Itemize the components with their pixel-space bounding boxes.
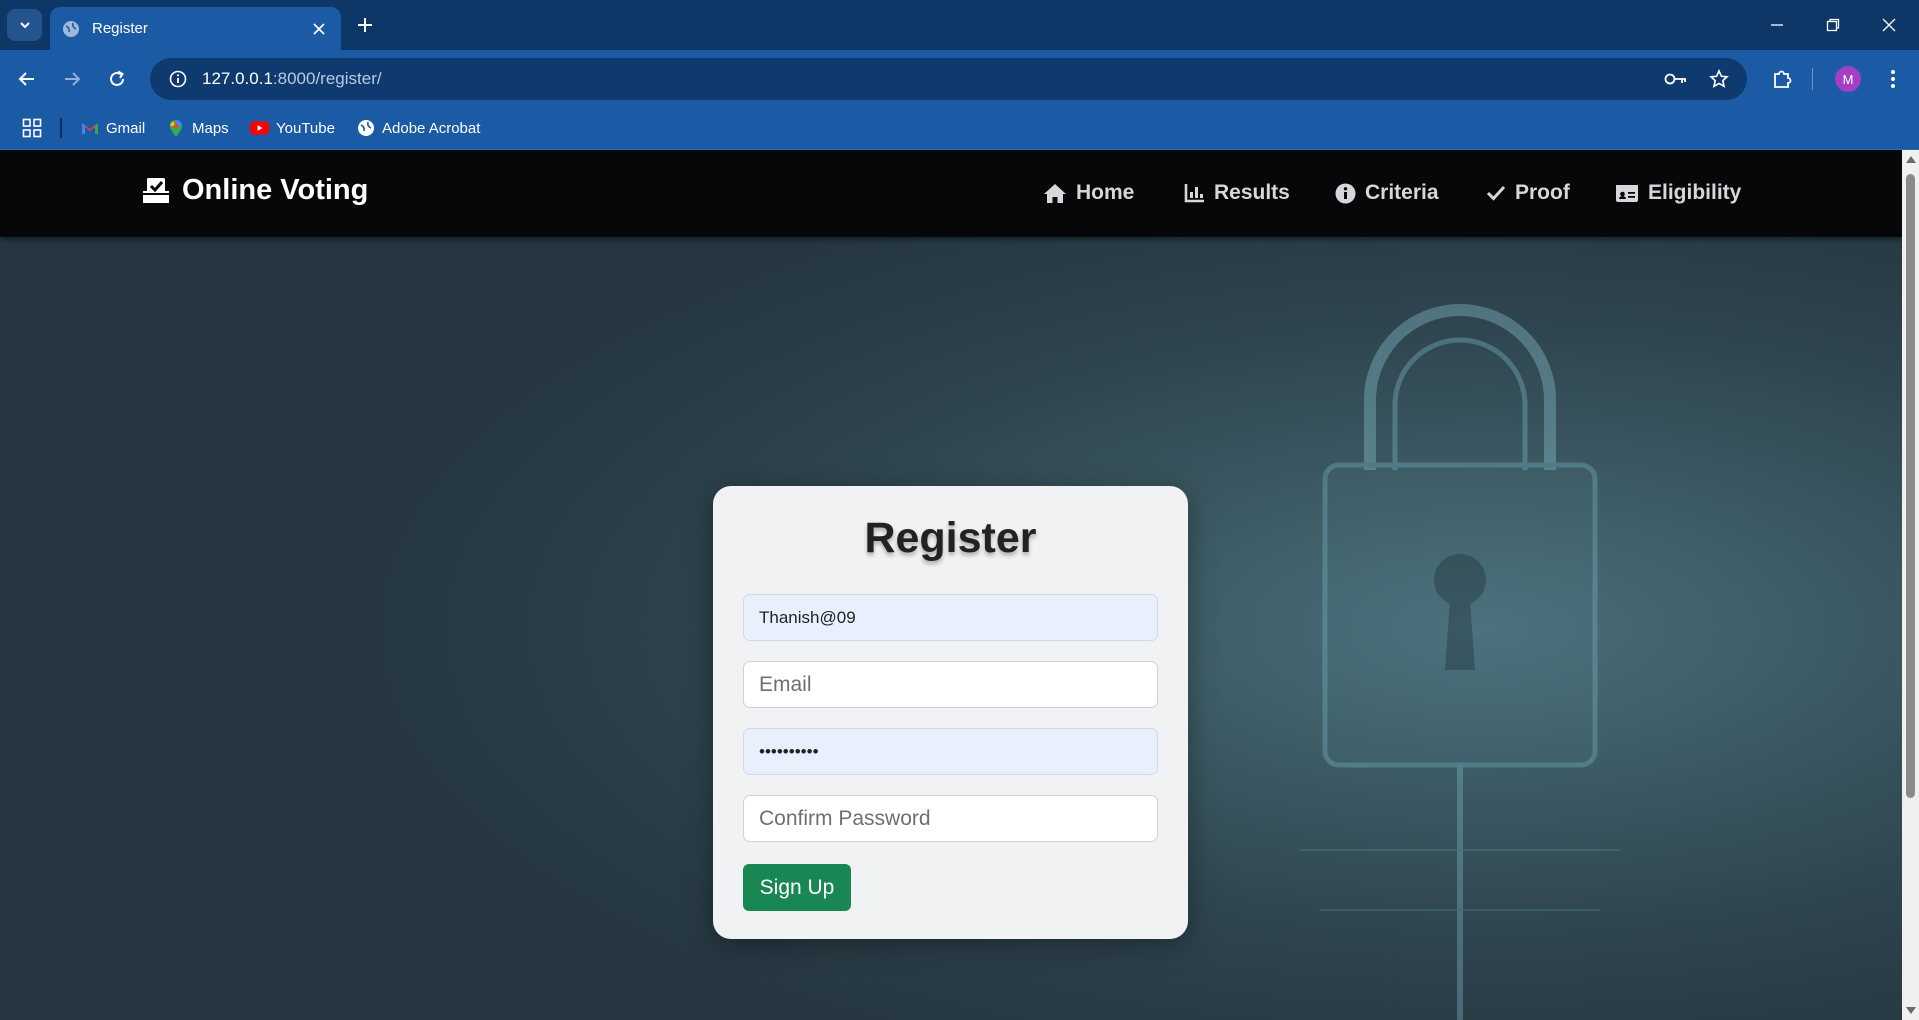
bookmark-adobe-acrobat[interactable]: Adobe Acrobat: [356, 116, 480, 140]
arrow-left-icon: [18, 72, 34, 86]
nav-label: Proof: [1515, 181, 1570, 204]
window-close-button[interactable]: [1874, 10, 1904, 40]
padlock-background-graphic: [1300, 304, 1620, 1020]
sign-up-button[interactable]: Sign Up: [743, 864, 851, 911]
nav-label: Results: [1214, 181, 1290, 204]
bar-chart-icon: [1184, 184, 1204, 203]
brand-name: Online Voting: [182, 174, 369, 206]
register-card: Register Sign Up: [713, 486, 1188, 939]
nav-eligibility[interactable]: Eligibility: [1615, 181, 1741, 205]
bookmark-maps[interactable]: Maps: [166, 116, 229, 140]
nav-results[interactable]: Results: [1184, 181, 1290, 205]
browser-menu-button[interactable]: [1876, 62, 1910, 96]
info-icon: [1335, 183, 1356, 203]
youtube-icon: [250, 119, 269, 138]
tab-search-button[interactable]: [7, 9, 42, 41]
puzzle-icon: [1774, 70, 1792, 88]
scroll-thumb[interactable]: [1906, 174, 1915, 798]
toolbar-divider: [1812, 68, 1813, 90]
extensions-button[interactable]: [1765, 62, 1799, 96]
close-icon: [1882, 18, 1896, 32]
reload-icon: [110, 70, 124, 86]
scroll-down-arrow-icon[interactable]: [1906, 1007, 1916, 1014]
brand-link[interactable]: Online Voting: [140, 174, 368, 207]
maps-icon: [166, 119, 185, 138]
key-icon[interactable]: [1660, 63, 1692, 95]
chevron-down-icon: [19, 22, 30, 29]
email-field[interactable]: [743, 661, 1158, 708]
nav-label: Home: [1076, 181, 1135, 204]
username-field[interactable]: [743, 594, 1158, 641]
vote-box-icon: [141, 177, 171, 203]
nav-criteria[interactable]: Criteria: [1335, 181, 1439, 205]
back-button[interactable]: [11, 63, 43, 95]
password-field[interactable]: [743, 728, 1158, 775]
apps-grid-icon[interactable]: [20, 116, 44, 140]
restore-icon: [1826, 18, 1840, 32]
reload-button[interactable]: [101, 63, 133, 95]
bookmarks-bar: Gmail Maps YouTube Adobe Acrobat: [0, 107, 1919, 150]
page-scrollbar[interactable]: [1902, 150, 1919, 1020]
bookmark-label: YouTube: [276, 119, 335, 137]
url-path: :8000/register/: [272, 69, 382, 88]
new-tab-button[interactable]: [352, 12, 378, 38]
nav-home[interactable]: Home: [1043, 181, 1134, 205]
bookmark-label: Adobe Acrobat: [382, 119, 481, 137]
globe-icon: [356, 119, 375, 138]
bookmark-label: Gmail: [106, 119, 146, 137]
avatar: M: [1835, 66, 1861, 92]
close-icon[interactable]: [309, 19, 329, 39]
check-icon: [1486, 185, 1506, 201]
home-icon: [1044, 183, 1066, 203]
address-bar[interactable]: 127.0.0.1:8000/register/: [150, 58, 1747, 100]
confirm-password-field[interactable]: [743, 795, 1158, 842]
forward-button[interactable]: [56, 63, 88, 95]
page-title: Register: [864, 514, 1037, 562]
url-host: 127.0.0.1: [202, 69, 273, 88]
globe-icon: [62, 20, 80, 38]
nav-label: Eligibility: [1648, 181, 1742, 204]
site-info-icon[interactable]: [160, 58, 196, 100]
tab-register[interactable]: Register: [50, 7, 341, 50]
gmail-icon: [80, 119, 99, 138]
browser-tab-strip: Register: [0, 0, 1919, 50]
url-text: 127.0.0.1:8000/register/: [202, 69, 382, 89]
scroll-up-arrow-icon[interactable]: [1906, 156, 1916, 163]
bookmark-star-icon[interactable]: [1703, 63, 1735, 95]
bookmark-gmail[interactable]: Gmail: [80, 116, 145, 140]
page-viewport: Online Voting Home Results Criteria Proo…: [0, 150, 1902, 1020]
minimize-button[interactable]: [1762, 10, 1792, 40]
bookmarks-divider: [60, 118, 62, 138]
more-vertical-icon: [1891, 70, 1895, 88]
bookmark-label: Maps: [192, 119, 229, 137]
id-card-icon: [1616, 184, 1638, 202]
profile-button[interactable]: M: [1831, 62, 1865, 96]
nav-label: Criteria: [1365, 181, 1439, 204]
arrow-right-icon: [65, 72, 81, 86]
tab-title: Register: [92, 20, 148, 37]
minimize-icon: [1771, 24, 1783, 26]
nav-proof[interactable]: Proof: [1486, 181, 1570, 205]
browser-toolbar: 127.0.0.1:8000/register/ M: [0, 50, 1919, 107]
bookmark-youtube[interactable]: YouTube: [250, 116, 335, 140]
plus-icon: [358, 18, 372, 32]
site-navbar: Online Voting Home Results Criteria Proo…: [0, 150, 1902, 237]
restore-button[interactable]: [1818, 10, 1848, 40]
